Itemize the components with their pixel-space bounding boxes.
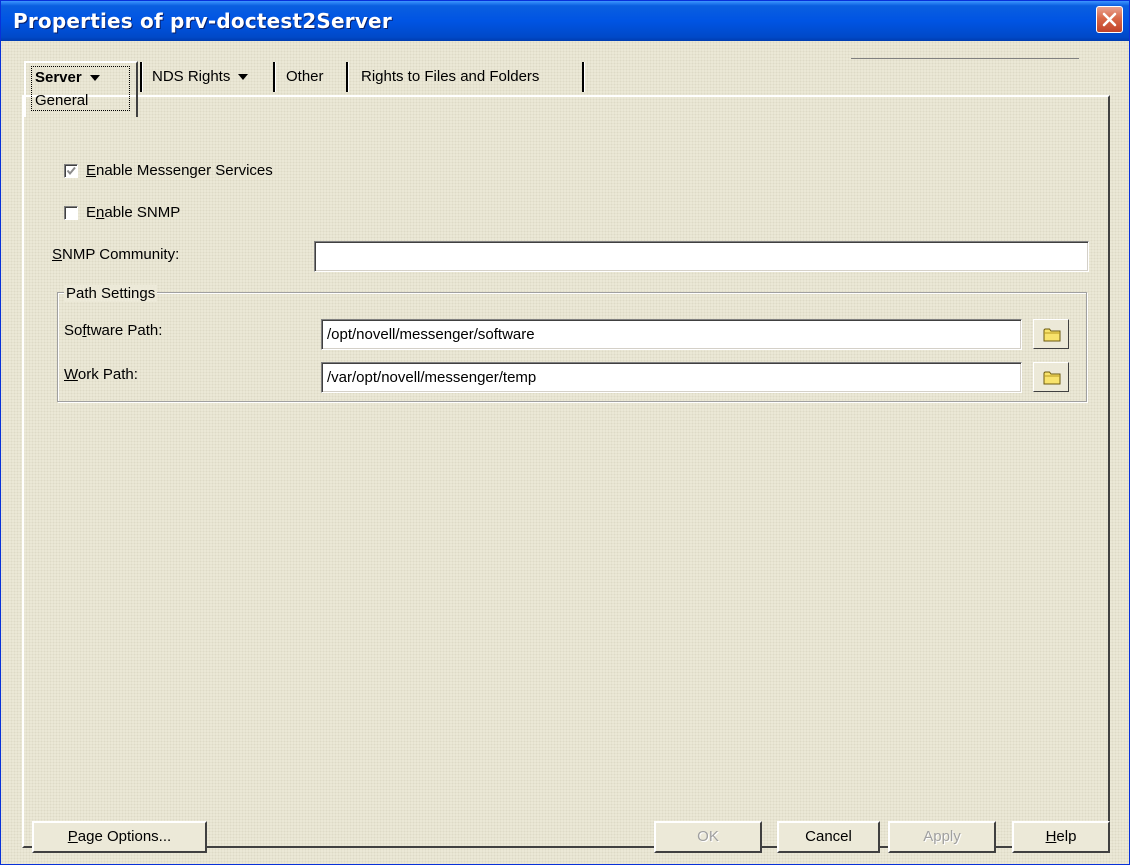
browse-work-path-button[interactable] bbox=[1033, 362, 1069, 392]
enable-snmp-label[interactable]: Enable SNMP bbox=[86, 204, 180, 221]
dropdown-arrow-icon[interactable] bbox=[238, 74, 249, 81]
checkmark-icon bbox=[66, 166, 76, 176]
tab-server-label: Server bbox=[35, 69, 82, 86]
title-bar[interactable]: Properties of prv-doctest2Server bbox=[1, 1, 1129, 41]
tab-separator bbox=[582, 62, 585, 92]
tab-other[interactable]: Other bbox=[286, 68, 324, 85]
help-button[interactable]: Help bbox=[1012, 821, 1110, 853]
path-settings-title: Path Settings bbox=[64, 285, 158, 302]
tab-separator bbox=[273, 62, 276, 92]
enable-snmp-checkbox[interactable] bbox=[64, 206, 78, 220]
tab-server-general[interactable]: Server General bbox=[24, 61, 138, 117]
work-path-input[interactable]: /var/opt/novell/messenger/temp bbox=[321, 362, 1022, 393]
cancel-button[interactable]: Cancel bbox=[777, 821, 880, 853]
apply-button[interactable]: Apply bbox=[888, 821, 996, 853]
snmp-community-input[interactable] bbox=[314, 241, 1089, 272]
software-path-label: Software Path: bbox=[64, 322, 163, 339]
divider bbox=[851, 58, 1079, 59]
enable-messenger-label[interactable]: Enable Messenger Services bbox=[86, 162, 273, 179]
folder-icon bbox=[1043, 371, 1061, 385]
tab-page-panel bbox=[22, 95, 1110, 848]
window-title: Properties of prv-doctest2Server bbox=[13, 9, 392, 33]
tab-other-label: Other bbox=[286, 68, 324, 85]
tab-rights-files-label: Rights to Files and Folders bbox=[361, 68, 540, 85]
properties-window: Properties of prv-doctest2Server Server … bbox=[0, 0, 1130, 865]
ok-button[interactable]: OK bbox=[654, 821, 762, 853]
enable-messenger-checkbox[interactable] bbox=[64, 164, 78, 178]
page-options-button[interactable]: Page Options... bbox=[32, 821, 207, 853]
tab-server-sublabel: General bbox=[35, 92, 89, 109]
snmp-community-label: SNMP Community: bbox=[52, 246, 180, 263]
tab-rights-files-folders[interactable]: Rights to Files and Folders bbox=[361, 68, 539, 85]
close-button[interactable] bbox=[1096, 6, 1123, 33]
close-icon bbox=[1102, 12, 1117, 27]
tab-nds-rights[interactable]: NDS Rights bbox=[152, 68, 249, 85]
software-path-input[interactable]: /opt/novell/messenger/software bbox=[321, 319, 1022, 350]
dropdown-arrow-icon[interactable] bbox=[89, 75, 100, 82]
dialog-client-area: Server General NDS Rights Other Rights t… bbox=[1, 41, 1129, 864]
browse-software-path-button[interactable] bbox=[1033, 319, 1069, 349]
folder-icon bbox=[1043, 328, 1061, 342]
tab-nds-rights-label: NDS Rights bbox=[152, 68, 231, 85]
tab-separator bbox=[346, 62, 349, 92]
work-path-label: Work Path: bbox=[64, 366, 138, 383]
tab-separator bbox=[140, 62, 143, 92]
